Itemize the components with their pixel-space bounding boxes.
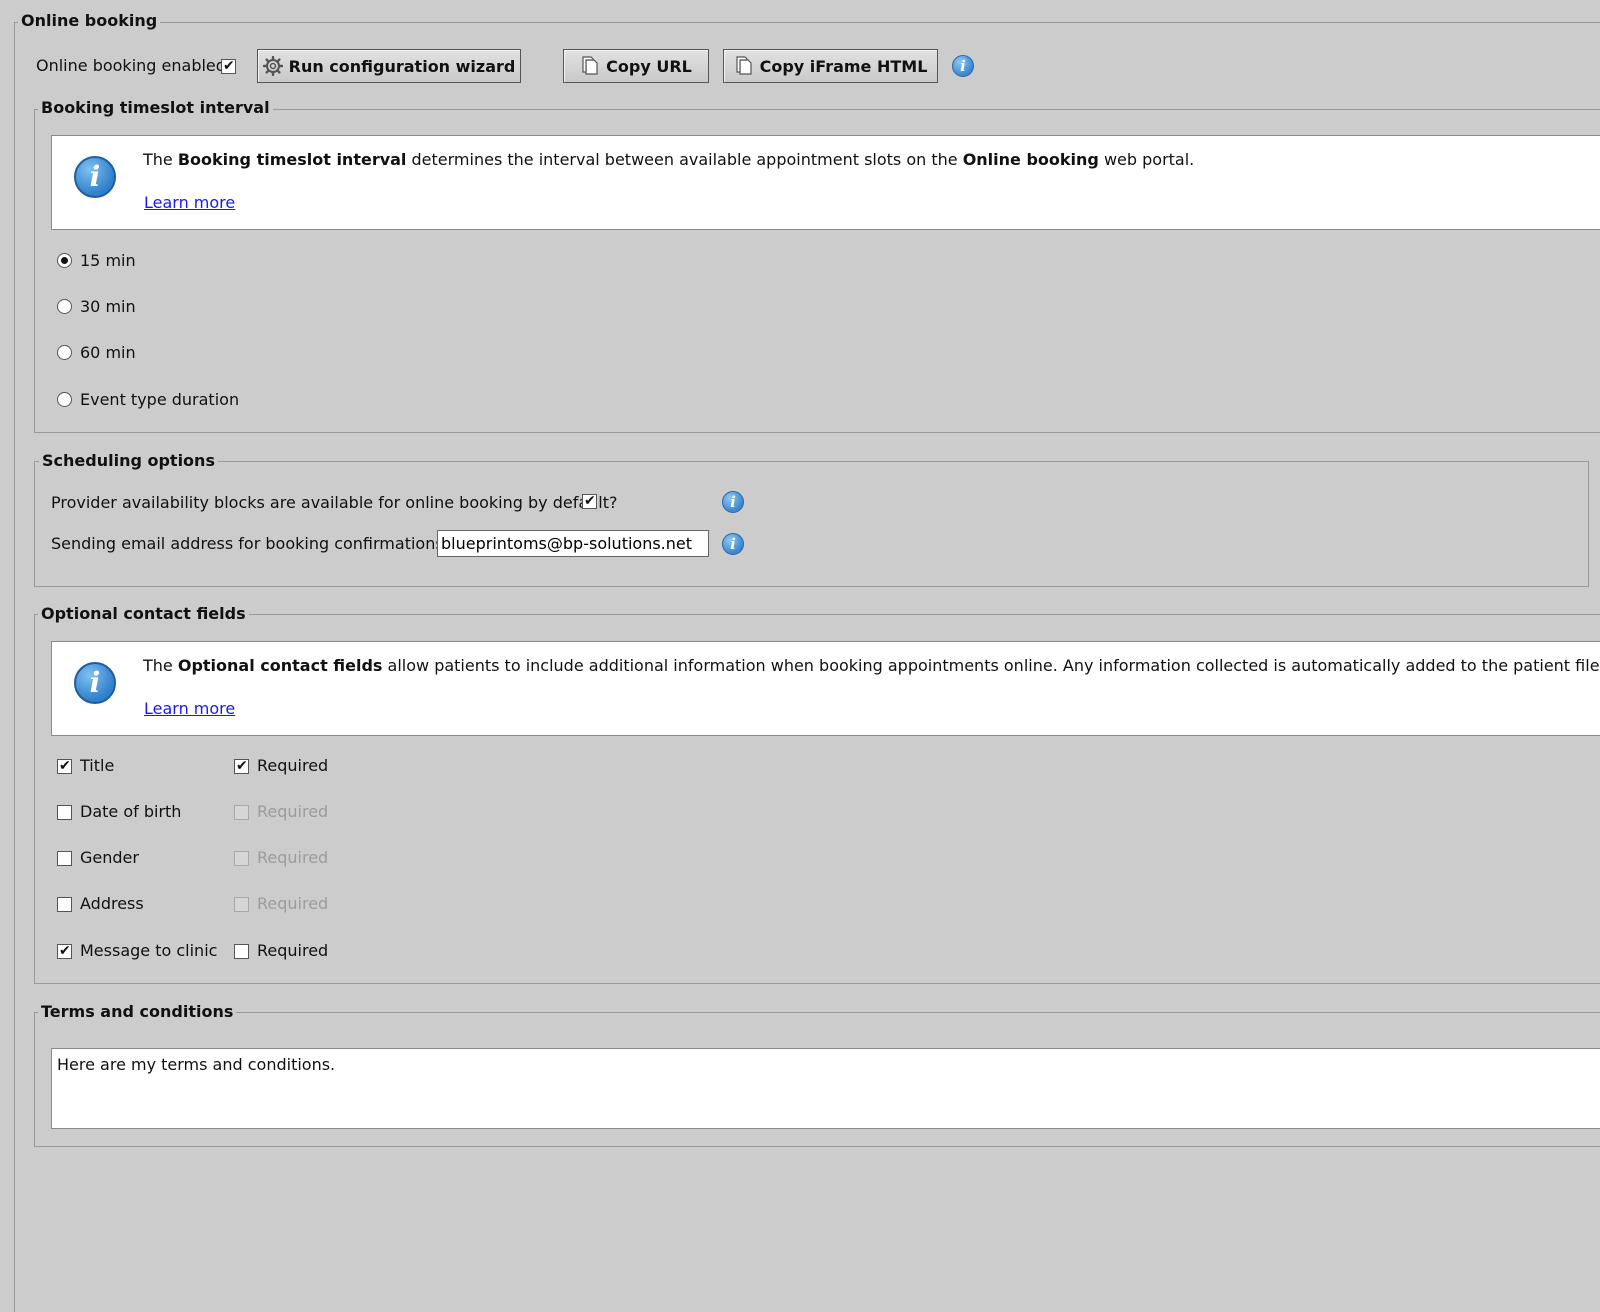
timeslot-info-box: i The Booking timeslot interval determin… xyxy=(51,135,1600,230)
online-booking-enabled-label: Online booking enabled xyxy=(36,56,226,75)
scheduling-options-frame xyxy=(34,461,1589,587)
gender-checkbox[interactable] xyxy=(57,851,72,866)
online-booking-info-icon[interactable]: i xyxy=(952,55,974,77)
radio-event-type-duration-label: Event type duration xyxy=(80,390,240,409)
gender-required-label: Required xyxy=(257,848,329,867)
radio-60-min[interactable] xyxy=(57,345,72,360)
radio-60-min-label: 60 min xyxy=(80,343,136,362)
date-of-birth-required-label: Required xyxy=(257,802,329,821)
availability-info-icon[interactable]: i xyxy=(722,491,744,513)
terms-legend: Terms and conditions xyxy=(38,1002,237,1022)
address-checkbox[interactable] xyxy=(57,897,72,912)
copy-icon xyxy=(736,56,752,75)
message-to-clinic-label: Message to clinic xyxy=(80,941,218,960)
message-to-clinic-required-label: Required xyxy=(257,941,329,960)
title-label: Title xyxy=(80,756,115,775)
optional-contact-fields-legend: Optional contact fields xyxy=(38,604,249,624)
radio-15-min-label: 15 min xyxy=(80,251,136,270)
copy-iframe-html-button[interactable]: Copy iFrame HTML xyxy=(723,49,938,83)
availability-checkbox[interactable] xyxy=(582,492,597,510)
email-input[interactable] xyxy=(437,530,709,557)
copy-icon xyxy=(582,56,598,75)
online-booking-enabled-checkbox[interactable] xyxy=(221,57,236,75)
radio-event-type-duration[interactable] xyxy=(57,392,72,407)
date-of-birth-label: Date of birth xyxy=(80,802,182,821)
contact-fields-info-text: The Optional contact fields allow patien… xyxy=(143,656,1600,675)
email-info-icon[interactable]: i xyxy=(722,533,744,555)
gender-label: Gender xyxy=(80,848,139,867)
availability-label: Provider availability blocks are availab… xyxy=(51,493,618,512)
copy-url-label: Copy URL xyxy=(606,56,692,76)
email-label: Sending email address for booking confir… xyxy=(51,534,457,553)
gear-icon xyxy=(262,56,283,76)
message-to-clinic-required-checkbox[interactable] xyxy=(234,944,249,959)
timeslot-learn-more-link[interactable]: Learn more xyxy=(144,193,235,213)
address-required-label: Required xyxy=(257,894,329,913)
message-to-clinic-checkbox[interactable] xyxy=(57,942,72,960)
title-required-label: Required xyxy=(257,756,329,775)
copy-url-button[interactable]: Copy URL xyxy=(563,49,709,83)
info-icon: i xyxy=(74,156,116,198)
info-icon: i xyxy=(74,662,116,704)
run-configuration-wizard-button[interactable]: Run configuration wizard xyxy=(257,49,521,83)
scheduling-options-legend: Scheduling options xyxy=(39,451,218,471)
gender-required-checkbox xyxy=(234,851,249,866)
online-booking-legend: Online booking xyxy=(18,11,161,31)
address-label: Address xyxy=(80,894,144,913)
radio-30-min[interactable] xyxy=(57,299,72,314)
title-checkbox[interactable] xyxy=(57,757,72,775)
contact-fields-learn-more-link[interactable]: Learn more xyxy=(144,699,235,719)
date-of-birth-required-checkbox xyxy=(234,805,249,820)
title-required-checkbox[interactable] xyxy=(234,757,249,775)
radio-15-min[interactable] xyxy=(57,253,72,268)
address-required-checkbox xyxy=(234,897,249,912)
radio-30-min-label: 30 min xyxy=(80,297,136,316)
booking-timeslot-legend: Booking timeslot interval xyxy=(38,98,273,118)
terms-textarea[interactable]: Here are my terms and conditions. xyxy=(51,1048,1600,1129)
timeslot-info-text: The Booking timeslot interval determines… xyxy=(143,150,1195,169)
date-of-birth-checkbox[interactable] xyxy=(57,805,72,820)
copy-iframe-html-label: Copy iFrame HTML xyxy=(759,56,928,76)
run-configuration-wizard-label: Run configuration wizard xyxy=(288,56,516,76)
contact-fields-info-box: i The Optional contact fields allow pati… xyxy=(51,641,1600,736)
